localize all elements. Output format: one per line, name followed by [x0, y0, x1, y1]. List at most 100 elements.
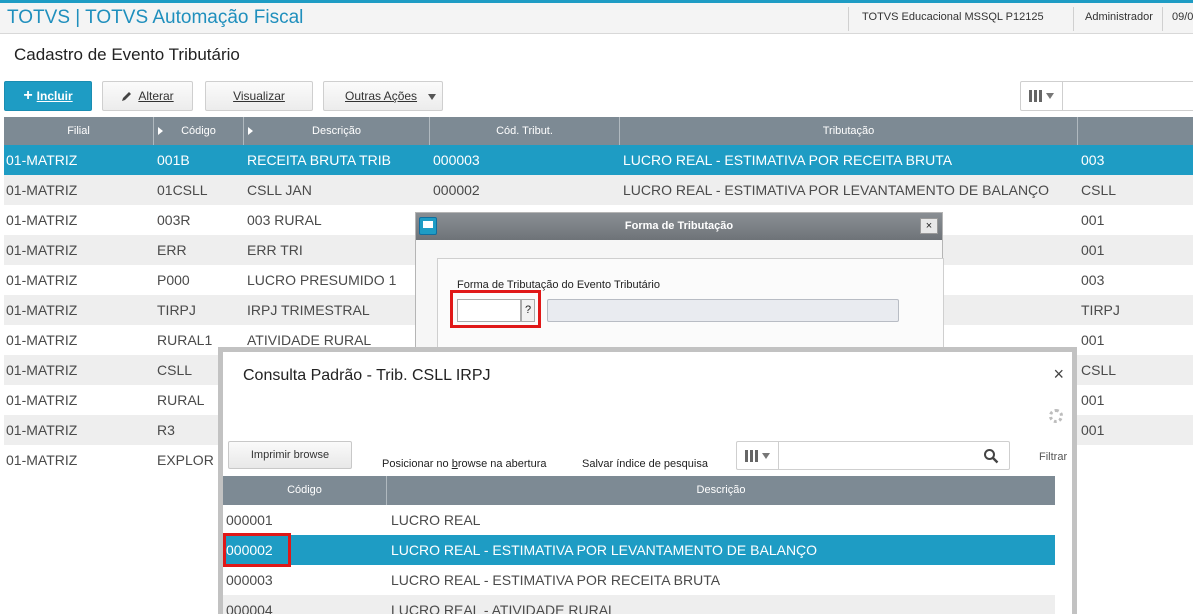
gear-icon[interactable]	[1049, 409, 1063, 423]
list-item[interactable]: 000003 LUCRO REAL - ESTIMATIVA POR RECEI…	[223, 565, 1055, 595]
cell-codigo: 003R	[157, 212, 191, 228]
cell-descricao: CSLL JAN	[247, 182, 312, 198]
cell-codigo: CSLL	[157, 362, 193, 378]
column-header-descricao[interactable]: Descrição	[387, 476, 1055, 505]
sort-arrow-icon	[248, 127, 253, 135]
cell-filial: 01-MATRIZ	[6, 242, 78, 258]
cell-extra: 001	[1081, 392, 1105, 408]
column-selector[interactable]	[1021, 82, 1063, 110]
column-header-codigo[interactable]: Código	[154, 117, 244, 145]
imprimir-browse-button[interactable]: Imprimir browse	[228, 441, 352, 469]
consulta-grid-header: Código Descrição	[223, 476, 1055, 505]
cell-codigo: R3	[157, 422, 175, 438]
cell-cod-tribut: 000003	[433, 152, 480, 168]
columns-icon	[1029, 90, 1042, 102]
consulta-padrao-dialog: Consulta Padrão - Trib. CSLL IRPJ × Impr…	[218, 347, 1077, 614]
cell-filial: 01-MATRIZ	[6, 362, 78, 378]
cell-descricao: LUCRO REAL - ESTIMATIVA POR RECEITA BRUT…	[391, 572, 721, 588]
chevron-down-icon	[428, 94, 436, 100]
cell-filial: 01-MATRIZ	[6, 272, 78, 288]
cell-extra: 003	[1081, 272, 1105, 288]
alterar-label: Alterar	[138, 89, 174, 103]
option-text: rowse na abertura	[457, 458, 547, 470]
window-icon	[419, 217, 437, 235]
column-header-tributacao[interactable]: Tributação	[620, 117, 1078, 145]
column-header-cod-tribut[interactable]: Cód. Tribut.	[430, 117, 620, 145]
chevron-down-icon	[762, 452, 770, 459]
top-bar: TOTVS | TOTVS Automação Fiscal TOTVS Edu…	[0, 0, 1193, 34]
filtrar-link[interactable]: Filtrar	[1039, 451, 1067, 463]
cell-codigo: TIRPJ	[157, 302, 196, 318]
cell-codigo: 000001	[226, 512, 273, 528]
close-icon[interactable]: ×	[920, 218, 938, 234]
cell-descricao: LUCRO REAL - ATIVIDADE RURAL	[391, 602, 616, 614]
incluir-button[interactable]: + Incluir	[4, 81, 92, 111]
cell-extra: 001	[1081, 422, 1105, 438]
close-icon[interactable]: ×	[1053, 364, 1064, 385]
separator	[848, 7, 849, 31]
outras-acoes-button[interactable]: Outras Ações	[323, 81, 443, 111]
cell-descricao: LUCRO REAL - ESTIMATIVA POR LEVANTAMENTO…	[391, 542, 818, 558]
cell-descricao: LUCRO REAL	[391, 512, 481, 528]
page-title: Cadastro de Evento Tributário	[14, 45, 240, 64]
column-header-codigo[interactable]: Código	[223, 476, 387, 505]
cell-filial: 01-MATRIZ	[6, 332, 78, 348]
separator	[1073, 7, 1074, 31]
cell-descricao: 003 RURAL	[247, 212, 322, 228]
cell-extra: TIRPJ	[1081, 302, 1120, 318]
grid-search[interactable]	[1020, 81, 1193, 111]
highlight-box	[450, 290, 541, 328]
option-text: Posicionar no	[382, 458, 452, 470]
column-header-codigo-label: Código	[181, 125, 216, 137]
cell-codigo: EXPLOR	[157, 452, 214, 468]
cell-descricao: RECEITA BRUTA TRIB	[247, 152, 391, 168]
columns-icon	[745, 449, 758, 462]
cell-descricao: ERR TRI	[247, 242, 303, 258]
cell-tributacao: LUCRO REAL - ESTIMATIVA POR LEVANTAMENTO…	[623, 182, 1050, 198]
column-header-descricao[interactable]: Descrição	[244, 117, 430, 145]
column-header-descricao-label: Descrição	[312, 125, 361, 137]
table-row[interactable]: 01-MATRIZ 001B RECEITA BRUTA TRIB 000003…	[4, 145, 1193, 175]
cell-filial: 01-MATRIZ	[6, 302, 78, 318]
incluir-label: Incluir	[36, 89, 73, 103]
search-icon[interactable]	[983, 448, 999, 464]
cell-filial: 01-MATRIZ	[6, 212, 78, 228]
cell-tributacao: LUCRO REAL - ESTIMATIVA POR RECEITA BRUT…	[623, 152, 953, 168]
list-item[interactable]: 000002 LUCRO REAL - ESTIMATIVA POR LEVAN…	[223, 535, 1055, 565]
cell-codigo: 01CSLL	[157, 182, 208, 198]
date-label: 09/06/202	[1172, 11, 1193, 23]
cell-filial: 01-MATRIZ	[6, 182, 78, 198]
outras-acoes-label: Outras Ações	[345, 89, 418, 103]
table-row[interactable]: 01-MATRIZ 01CSLL CSLL JAN 000002 LUCRO R…	[4, 175, 1193, 205]
column-header-filial[interactable]: Filial	[4, 117, 154, 145]
cell-codigo: 000004	[226, 602, 273, 614]
column-selector[interactable]	[737, 442, 779, 469]
posicionar-browse-option[interactable]: Posicionar no browse na abertura	[382, 458, 547, 470]
forma-tributacao-dialog: Forma de Tributação × Forma de Tributaçã…	[415, 212, 944, 351]
cell-codigo: RURAL1	[157, 332, 213, 348]
alterar-button[interactable]: Alterar	[102, 81, 193, 111]
visualizar-label: Visualizar	[233, 89, 285, 103]
cell-codigo: RURAL	[157, 392, 205, 408]
environment-label: TOTVS Educacional MSSQL P12125	[862, 11, 1044, 23]
cell-filial: 01-MATRIZ	[6, 152, 78, 168]
cell-codigo: P000	[157, 272, 190, 288]
grid-header: Filial Código Descrição Cód. Tribut. Tri…	[4, 117, 1193, 145]
user-label[interactable]: Administrador	[1085, 11, 1153, 23]
cell-extra: 001	[1081, 242, 1105, 258]
cell-filial: 01-MATRIZ	[6, 452, 78, 468]
cell-filial: 01-MATRIZ	[6, 422, 78, 438]
salvar-indice-option[interactable]: Salvar índice de pesquisa	[582, 458, 708, 470]
app-title: TOTVS | TOTVS Automação Fiscal	[7, 7, 304, 28]
visualizar-button[interactable]: Visualizar	[205, 81, 313, 111]
consulta-search[interactable]	[736, 441, 1010, 470]
forma-tributacao-dialog-title: Forma de Tributação	[416, 213, 942, 240]
list-item[interactable]: 000001 LUCRO REAL	[223, 505, 1055, 535]
list-item[interactable]: 000004 LUCRO REAL - ATIVIDADE RURAL	[223, 595, 1055, 614]
cell-extra: 003	[1081, 152, 1105, 168]
cell-cod-tribut: 000002	[433, 182, 480, 198]
separator	[1162, 7, 1163, 31]
column-header-extra[interactable]	[1078, 117, 1193, 145]
pencil-icon	[122, 92, 132, 101]
cell-codigo: ERR	[157, 242, 187, 258]
